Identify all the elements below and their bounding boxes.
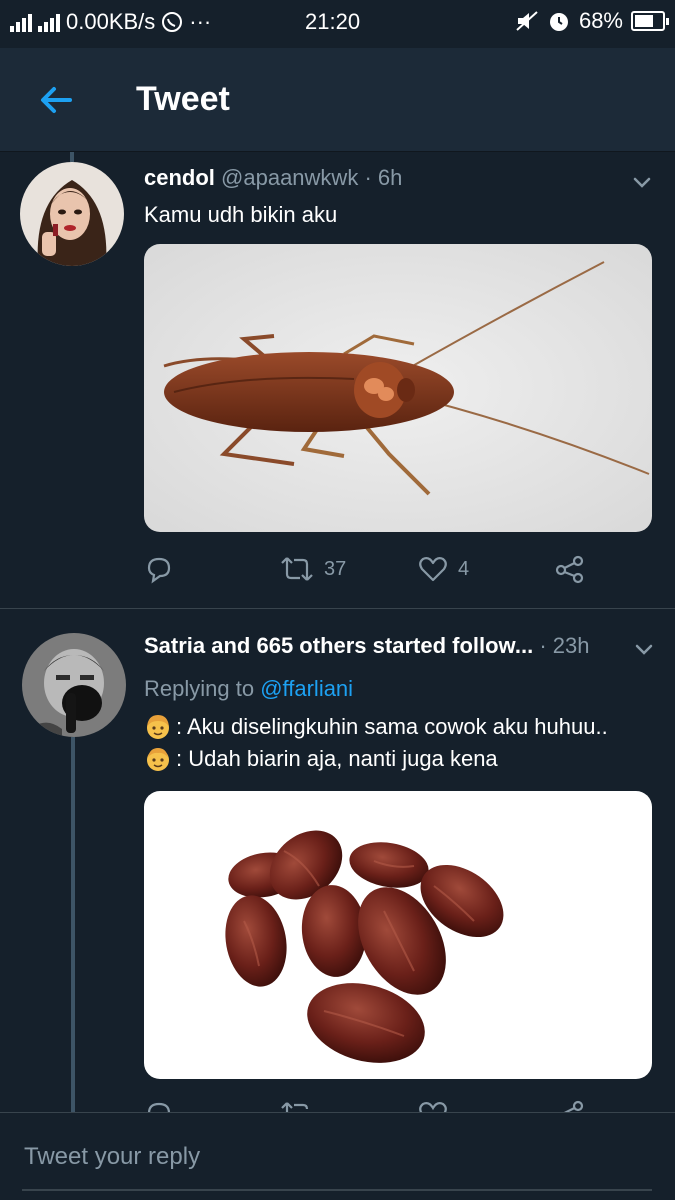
- share-button[interactable]: [554, 554, 586, 584]
- tweet-line-1: : Aku diselingkuhin sama cowok aku huhuu…: [144, 713, 608, 741]
- battery-icon: [631, 11, 669, 31]
- tweet-line-1-text: : Aku diselingkuhin sama cowok aku huhuu…: [176, 714, 608, 739]
- reply-input[interactable]: [24, 1143, 644, 1171]
- reply-icon[interactable]: [144, 1099, 174, 1113]
- tweet-line-2: : Udah biarin aja, nanti juga kena: [144, 745, 498, 773]
- author-name: cendol: [144, 165, 215, 190]
- avatar[interactable]: [20, 162, 124, 266]
- avatar[interactable]: [22, 633, 126, 737]
- tweet-actions: 37 4: [144, 554, 652, 590]
- chevron-down-icon[interactable]: [632, 637, 656, 661]
- share-icon: [555, 555, 584, 584]
- tweet-1[interactable]: cendol @apaanwkwk · 6h Kamu udh bikin ak…: [0, 152, 675, 608]
- retweet-icon: [281, 557, 313, 581]
- retweet-icon[interactable]: [280, 1099, 314, 1113]
- status-time: 21:20: [305, 9, 361, 34]
- page-title: Tweet: [136, 80, 230, 118]
- tweet-time: · 6h: [364, 165, 403, 190]
- status-right: 68%: [515, 8, 669, 34]
- alarm-icon: [549, 13, 568, 31]
- mute-icon: [516, 11, 538, 31]
- replying-handle-link[interactable]: @ffarliani: [260, 676, 353, 701]
- heart-icon: [419, 557, 447, 582]
- network-speed: 0.00KB/s: [66, 9, 156, 34]
- replying-prefix: Replying to: [144, 676, 255, 701]
- status-bar: 0.00KB/s ··· 21:20 68%: [0, 0, 675, 46]
- tweet-2[interactable]: Satria and 665 others started follow... …: [0, 609, 675, 1113]
- tweet-line-2-text: : Udah biarin aja, nanti juga kena: [176, 746, 498, 771]
- like-button[interactable]: 4: [418, 554, 469, 584]
- more-notifications-icon: ···: [189, 9, 212, 34]
- reply-underline: [22, 1189, 652, 1191]
- whatsapp-icon: [162, 12, 183, 32]
- reply-bar: [0, 1112, 675, 1200]
- boy-emoji-icon: [147, 748, 169, 771]
- tweet-text: Kamu udh bikin aku: [144, 202, 338, 227]
- tweet-actions-partial: [144, 1099, 652, 1113]
- like-count: 4: [458, 557, 470, 580]
- tweet-author[interactable]: Satria and 665 others started follow... …: [144, 633, 589, 659]
- tweet-image-dates[interactable]: [144, 791, 652, 1079]
- author-handle: @apaanwkwk: [221, 165, 359, 190]
- chevron-down-icon[interactable]: [630, 170, 654, 194]
- retweet-button[interactable]: 37: [280, 554, 346, 584]
- thread-line: [71, 737, 75, 1112]
- status-left: 0.00KB/s ···: [10, 9, 211, 35]
- share-icon[interactable]: [554, 1099, 586, 1113]
- tweet-time: · 23h: [539, 633, 590, 658]
- battery-level: 68%: [578, 8, 623, 33]
- retweet-count: 37: [324, 557, 347, 580]
- author-name: Satria and 665 others started follow...: [144, 633, 534, 658]
- heart-icon[interactable]: [418, 1099, 448, 1113]
- replying-to: Replying to @ffarliani: [144, 676, 353, 702]
- reply-icon: [147, 557, 171, 584]
- avatar-photo: [22, 633, 126, 737]
- avatar-photo: [20, 162, 124, 266]
- signal-2-icon: [38, 12, 60, 32]
- tweet-author[interactable]: cendol @apaanwkwk · 6h: [144, 165, 402, 191]
- thread-line-top: [70, 152, 74, 162]
- back-arrow-icon[interactable]: [36, 80, 76, 120]
- tweet-image-cockroach[interactable]: [144, 244, 652, 532]
- app-header: Tweet: [0, 48, 675, 152]
- reply-button[interactable]: [144, 554, 184, 584]
- signal-icon: [10, 12, 32, 32]
- girl-emoji-icon: [147, 715, 169, 739]
